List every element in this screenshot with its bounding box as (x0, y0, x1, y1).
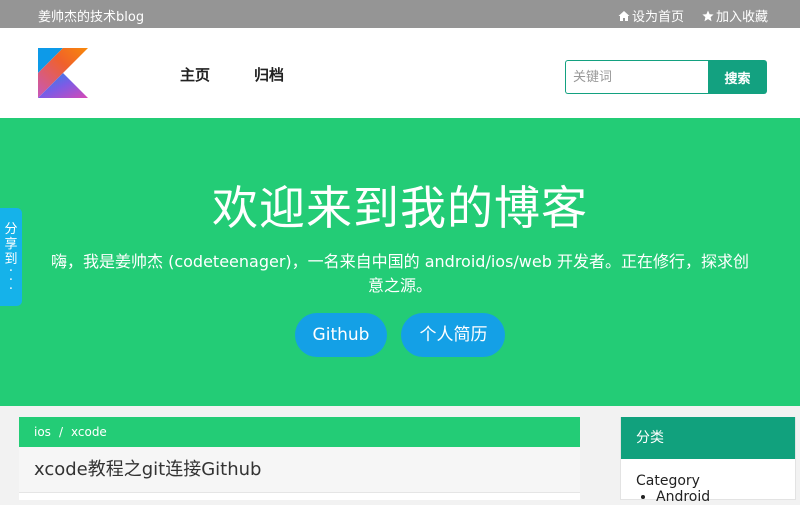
share-tab-char: 分 (4, 222, 18, 237)
github-button[interactable]: Github (294, 313, 388, 357)
home-icon (618, 10, 630, 21)
bookmark-link[interactable]: 加入收藏 (702, 6, 768, 25)
header: 主页 归档 搜索 (0, 28, 800, 118)
breadcrumb: ios / xcode (19, 417, 580, 447)
top-bar: 姜帅杰的技术blog 设为首页 加入收藏 (0, 0, 800, 28)
category-heading: 分类 (621, 417, 795, 459)
search-button[interactable]: 搜索 (708, 60, 767, 94)
hero-banner: 欢迎来到我的博客 嗨，我是姜帅杰 (codeteenager)，一名来自中国的 … (0, 118, 800, 406)
star-icon (702, 10, 714, 21)
post-title[interactable]: xcode教程之git连接Github (19, 447, 580, 493)
category-group-label: Category (636, 473, 700, 489)
breadcrumb-separator: / (58, 425, 63, 439)
breadcrumb-item-xcode[interactable]: xcode (71, 425, 107, 439)
category-item-android[interactable]: Android (656, 489, 795, 505)
hero-buttons: Github 个人简历 (0, 313, 800, 357)
main-nav: 主页 归档 (180, 64, 284, 85)
nav-item-archive[interactable]: 归档 (254, 64, 284, 85)
breadcrumb-item-ios[interactable]: ios (34, 425, 51, 439)
category-body: Category Android (621, 459, 795, 505)
hero-title: 欢迎来到我的博客 (212, 181, 588, 235)
site-name[interactable]: 姜帅杰的技术blog (38, 6, 144, 25)
post-card: ios / xcode xcode教程之git连接Github (19, 417, 580, 500)
category-card: 分类 Category Android (620, 417, 796, 505)
bookmark-label: 加入收藏 (715, 10, 768, 25)
category-list: Android (636, 489, 795, 505)
share-tab[interactable]: 分 享 到 · · · (0, 208, 22, 306)
kotlin-logo[interactable] (38, 48, 88, 98)
search-input[interactable] (565, 60, 708, 94)
search-form: 搜索 (565, 60, 767, 94)
set-homepage-label: 设为首页 (631, 10, 684, 25)
top-links: 设为首页 加入收藏 (618, 6, 768, 25)
hero-intro: 嗨，我是姜帅杰 (codeteenager)，一名来自中国的 android/i… (51, 252, 749, 295)
set-homepage-link[interactable]: 设为首页 (618, 6, 684, 25)
share-tab-char: 享 (4, 237, 18, 252)
share-tab-char: · (8, 282, 14, 297)
nav-item-home[interactable]: 主页 (180, 64, 210, 85)
resume-button[interactable]: 个人简历 (401, 313, 506, 357)
